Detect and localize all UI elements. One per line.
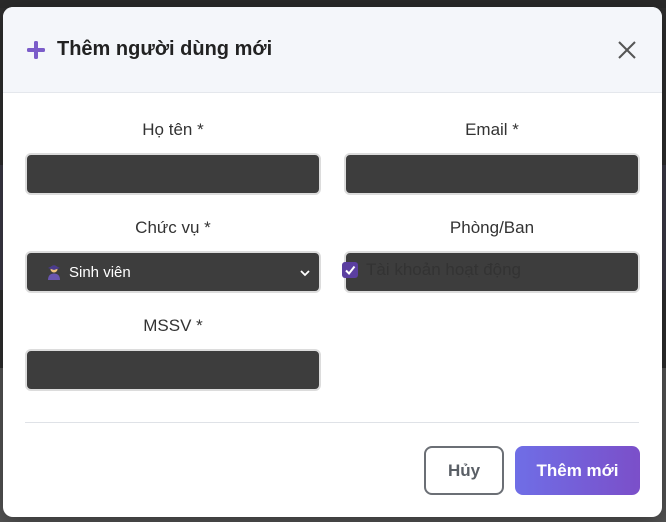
full-name-input[interactable] [25, 153, 321, 195]
close-icon [616, 41, 638, 64]
student-id-input[interactable] [25, 349, 321, 391]
email-field: Email * [344, 119, 640, 195]
email-label: Email * [465, 120, 519, 139]
close-button[interactable] [616, 39, 638, 61]
active-account-label: Tài khoản hoạt động [366, 260, 522, 279]
chevron-down-icon [299, 266, 311, 278]
position-label: Chức vụ * [135, 218, 211, 237]
full-name-field: Họ tên * [25, 119, 321, 195]
add-new-button[interactable]: Thêm mới [515, 446, 640, 495]
modal-header: Thêm người dùng mới [3, 7, 662, 93]
department-field: Phòng/Ban [344, 217, 640, 293]
position-select[interactable]: Sinh viên [25, 251, 321, 293]
email-input[interactable] [344, 153, 640, 195]
modal-title: Thêm người dùng mới [57, 38, 273, 60]
student-icon [45, 263, 63, 281]
active-account-checkbox[interactable] [342, 262, 358, 278]
student-id-label: MSSV * [143, 316, 203, 335]
active-account-option[interactable]: Tài khoản hoạt động [342, 260, 521, 280]
plus-icon [25, 39, 47, 61]
footer-divider [25, 422, 639, 423]
checkmark-icon [345, 265, 356, 276]
student-id-field: MSSV * [25, 315, 321, 391]
position-selected-text: Sinh viên [69, 263, 131, 281]
add-user-modal: Thêm người dùng mới Họ tên * Email * Chứ… [3, 7, 662, 517]
position-field: Chức vụ * Sinh viên [25, 217, 321, 293]
full-name-label: Họ tên * [142, 120, 204, 139]
department-label: Phòng/Ban [449, 218, 535, 237]
position-selected-value: Sinh viên [45, 263, 131, 281]
cancel-button[interactable]: Hủy [424, 446, 504, 495]
